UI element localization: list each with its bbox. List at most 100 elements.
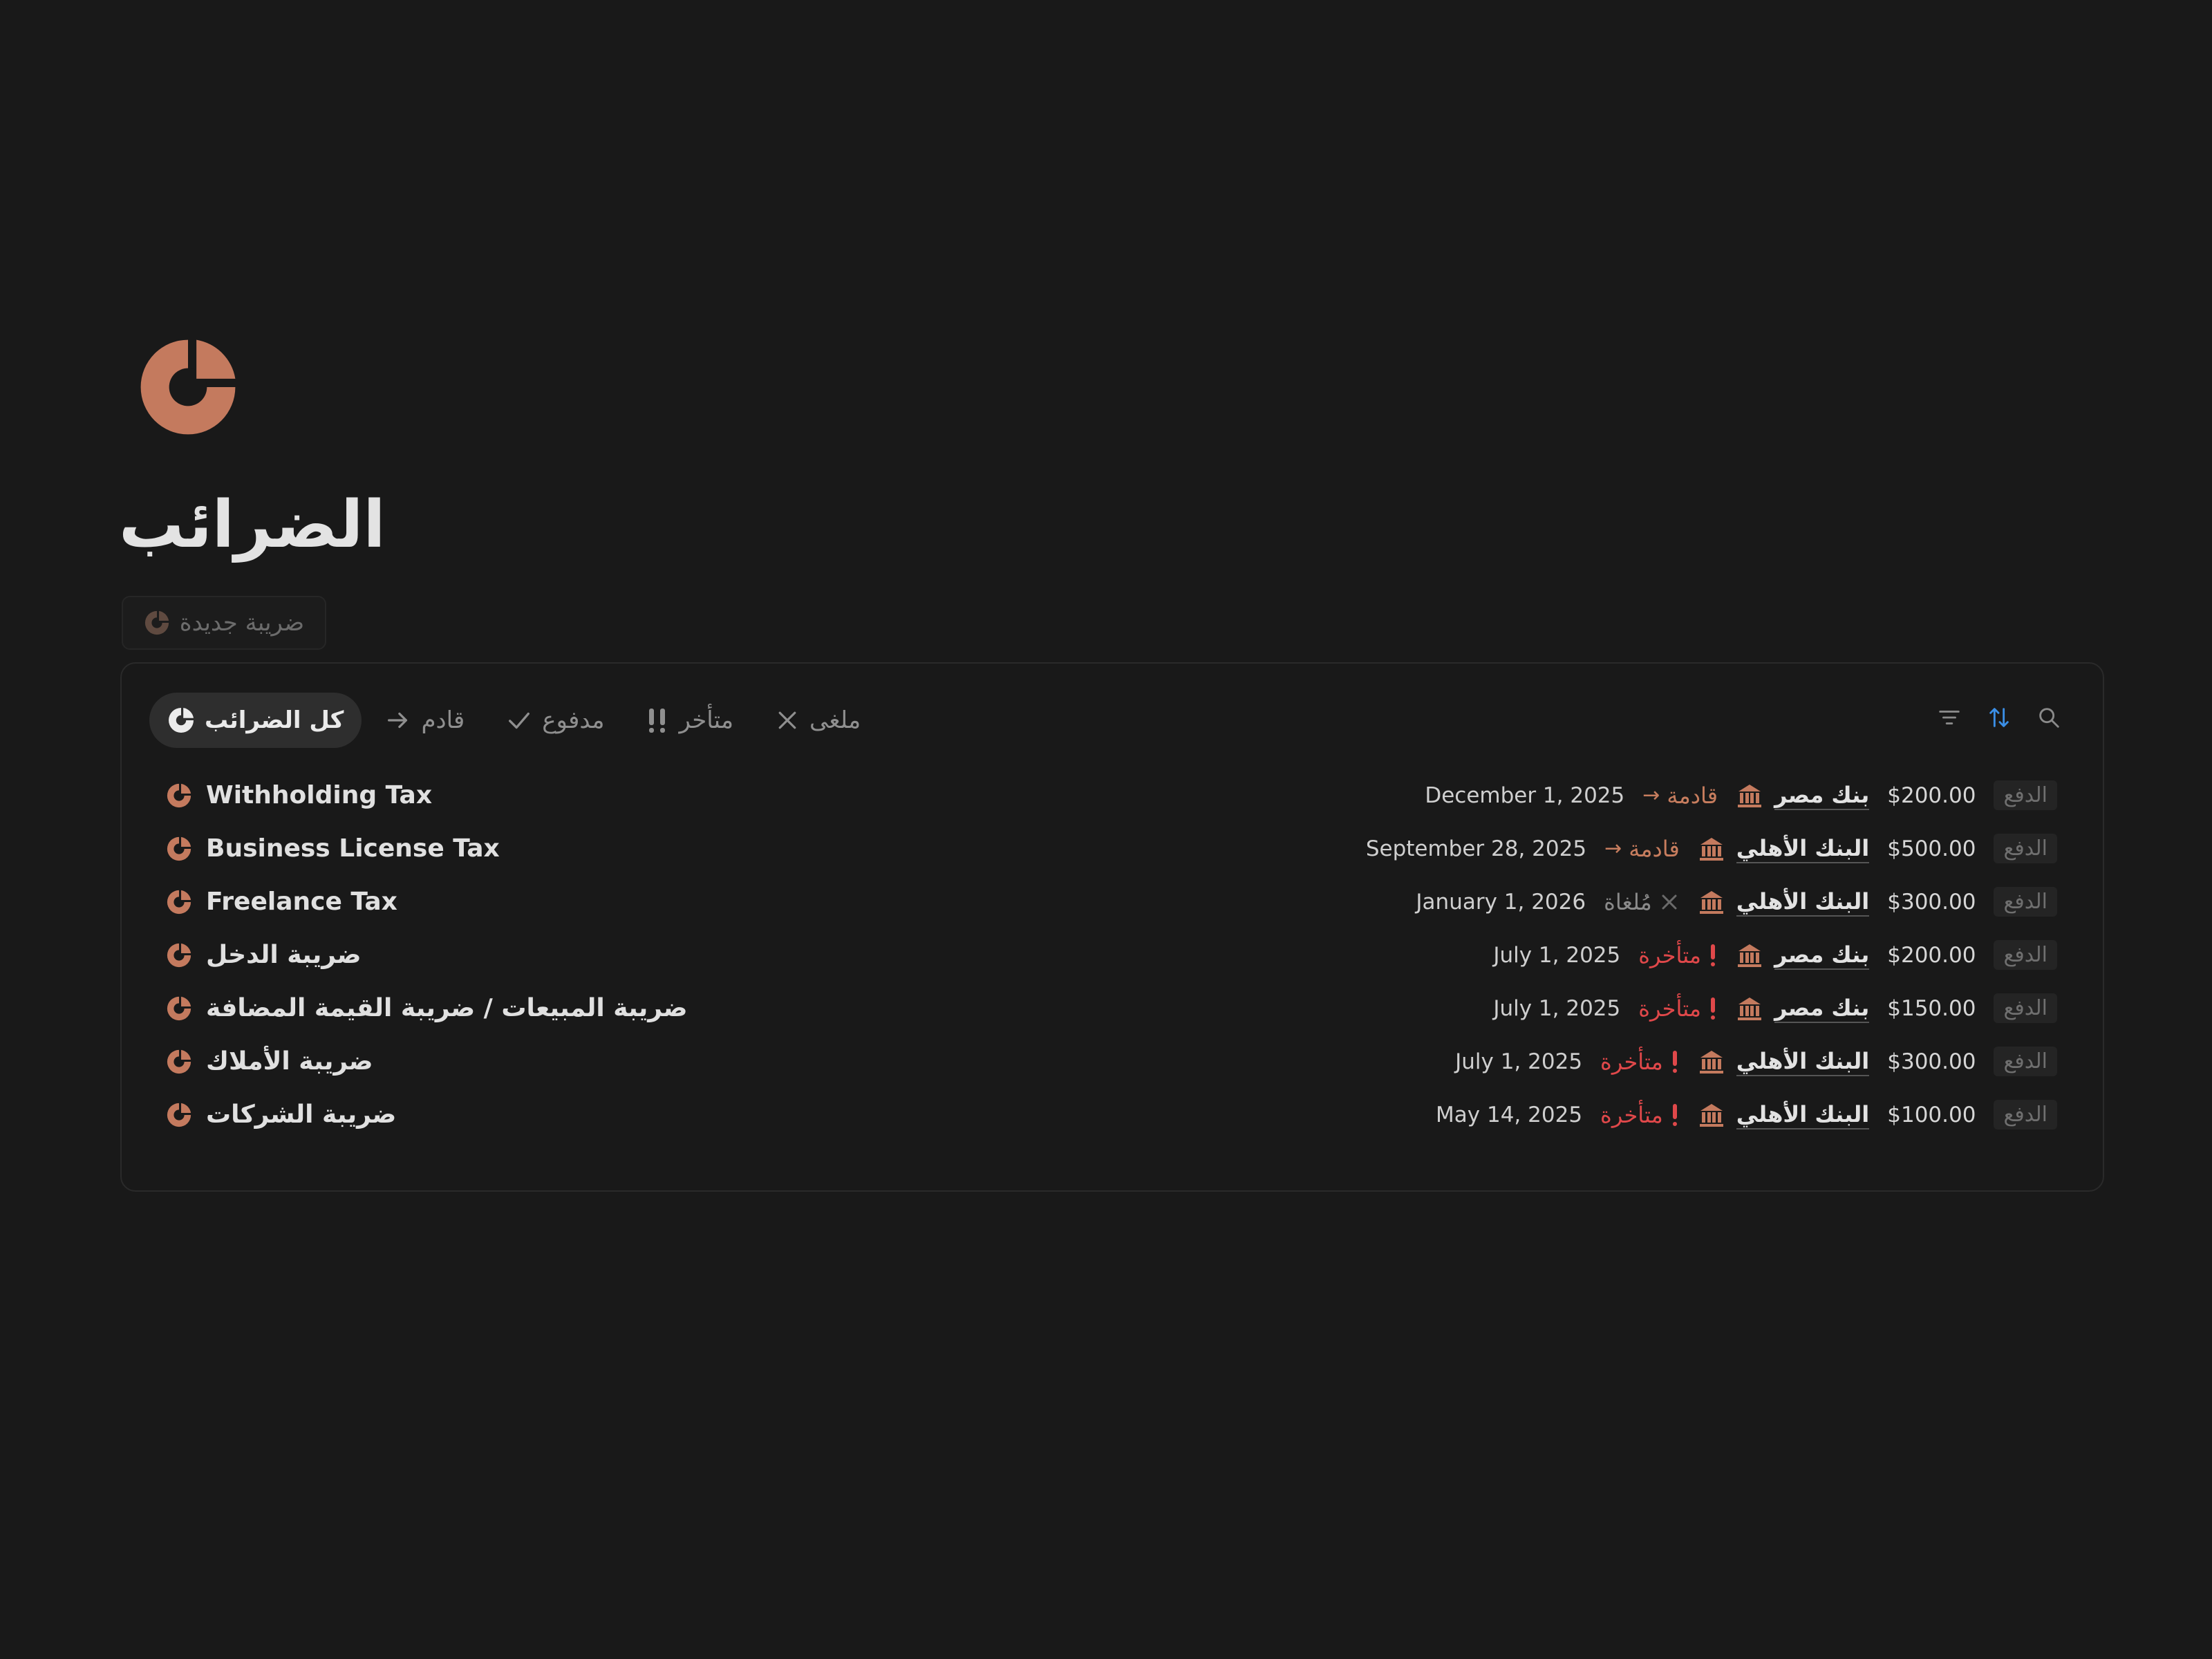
tax-name: ضريبة المبيعات / ضريبة القيمة المضافة [206, 994, 688, 1022]
search-button[interactable] [2034, 702, 2064, 733]
bank-relation[interactable]: البنك الأهلي [1698, 1047, 1870, 1076]
page-title: الضرائب [119, 487, 386, 563]
status-badge: متأخرة [1638, 995, 1718, 1022]
status-badge: متأخرة [1600, 1049, 1680, 1075]
status-label: قادمة [1667, 782, 1718, 809]
taxes-database-view: كل الضرائب قادم مدفوع متأخر ملغى Withhol… [120, 662, 2104, 1192]
bank-icon [1699, 1103, 1723, 1127]
row-properties: January 1, 2026 مُلغاة البنك الأهلي $300.00… [1416, 875, 2057, 928]
tab-all-taxes[interactable]: كل الضرائب [149, 693, 362, 748]
status-badge: متأخرة [1600, 1102, 1680, 1128]
tax-icon [144, 610, 169, 635]
row-title-cell[interactable]: ضريبة الدخل [166, 928, 362, 982]
filter-button[interactable] [1934, 702, 1965, 733]
x-icon [778, 711, 796, 729]
amount: $150.00 [1887, 995, 1976, 1021]
row-properties: December 1, 2025 → قادمة بنك مصر $200.00 الدف… [1425, 769, 2057, 822]
table-row[interactable]: ضريبة المبيعات / ضريبة القيمة المضافة Jul… [122, 982, 2103, 1035]
pay-button[interactable]: الدفع [1994, 1047, 2057, 1076]
pay-button[interactable]: الدفع [1994, 780, 2057, 810]
row-title-cell[interactable]: Freelance Tax [166, 875, 397, 928]
bank-name: البنك الأهلي [1736, 1100, 1870, 1130]
row-title-cell[interactable]: Withholding Tax [166, 769, 432, 822]
due-date: September 28, 2025 [1365, 836, 1587, 861]
tab-label: مدفوع [542, 706, 605, 734]
bank-relation[interactable]: بنك مصر [1736, 994, 1870, 1023]
tax-icon [167, 1103, 191, 1127]
due-date: January 1, 2026 [1416, 889, 1586, 915]
tab-paid[interactable]: مدفوع [488, 693, 622, 748]
amount: $300.00 [1887, 1049, 1976, 1074]
view-toolbar [1934, 702, 2064, 733]
tax-name: Withholding Tax [206, 781, 433, 809]
bank-icon [1738, 944, 1761, 967]
filter-icon [1939, 711, 1960, 724]
tax-name: ضريبة الأملاك [206, 1047, 373, 1076]
amount: $200.00 [1887, 782, 1976, 808]
row-title-cell[interactable]: ضريبة المبيعات / ضريبة القيمة المضافة [166, 982, 687, 1035]
view-tabs: كل الضرائب قادم مدفوع متأخر ملغى [149, 693, 879, 748]
new-tax-label: ضريبة جديدة [179, 609, 305, 637]
amount: $500.00 [1887, 836, 1976, 861]
tab-cancelled[interactable]: ملغى [757, 693, 879, 748]
tax-name: ضريبة الشركات [206, 1100, 397, 1129]
new-tax-button[interactable]: ضريبة جديدة [122, 596, 326, 650]
amount: $300.00 [1887, 889, 1976, 915]
table-row[interactable]: ضريبة الشركات May 14, 2025 متأخرة البنك الأ… [122, 1088, 2103, 1141]
bank-name: البنك الأهلي [1736, 888, 1870, 917]
status-label: متأخرة [1638, 995, 1701, 1022]
exclamation-icon [1672, 1103, 1677, 1126]
row-title-cell[interactable]: Business License Tax [166, 822, 500, 875]
bank-relation[interactable]: البنك الأهلي [1698, 888, 1870, 917]
status-label: مُلغاة [1604, 888, 1652, 915]
due-date: July 1, 2025 [1455, 1049, 1583, 1074]
tab-late[interactable]: متأخر [628, 693, 751, 748]
x-icon [1662, 894, 1677, 909]
status-label: متأخرة [1600, 1101, 1663, 1128]
arrow-right-icon: → [1642, 783, 1660, 807]
pay-button[interactable]: الدفع [1994, 887, 2057, 917]
bank-icon [1738, 997, 1761, 1020]
row-properties: May 14, 2025 متأخرة البنك الأهلي $100.00 الد… [1436, 1088, 2057, 1141]
pay-button[interactable]: الدفع [1994, 993, 2057, 1023]
row-title-cell[interactable]: ضريبة الشركات [166, 1088, 396, 1141]
pay-button[interactable]: الدفع [1994, 1100, 2057, 1130]
tab-label: كل الضرائب [205, 706, 344, 734]
table-row[interactable]: ضريبة الأملاك July 1, 2025 متأخرة البنك الأ… [122, 1035, 2103, 1088]
row-properties: July 1, 2025 متأخرة البنك الأهلي $300.00 الد… [1455, 1035, 2057, 1088]
due-date: December 1, 2025 [1425, 782, 1625, 808]
table-row[interactable]: Freelance Tax January 1, 2026 مُلغاة البنك … [122, 875, 2103, 928]
sort-button[interactable] [1984, 702, 2014, 733]
tab-upcoming[interactable]: قادم [367, 693, 482, 748]
row-properties: September 28, 2025 → قادمة البنك الأهلي $500… [1366, 822, 2057, 875]
table-row[interactable]: Business License Tax September 28, 2025 → ق… [122, 822, 2103, 875]
status-label: متأخرة [1638, 941, 1701, 968]
bank-relation[interactable]: البنك الأهلي [1698, 1100, 1870, 1130]
pay-button[interactable]: الدفع [1994, 940, 2057, 970]
tax-name: ضريبة الدخل [206, 941, 362, 969]
tax-icon [167, 943, 191, 967]
row-properties: July 1, 2025 متأخرة بنك مصر $200.00 الدفع [1493, 928, 2057, 982]
bank-icon [1699, 890, 1723, 914]
bank-name: البنك الأهلي [1736, 834, 1870, 863]
row-title-cell[interactable]: ضريبة الأملاك [166, 1035, 373, 1088]
table-row[interactable]: Withholding Tax December 1, 2025 → قادمة بنك… [122, 769, 2103, 822]
status-label: متأخرة [1600, 1048, 1663, 1075]
status-badge: → قادمة [1642, 782, 1718, 809]
tax-list: Withholding Tax December 1, 2025 → قادمة بنك… [122, 769, 2103, 1141]
amount: $200.00 [1887, 942, 1976, 968]
bank-relation[interactable]: بنك مصر [1736, 781, 1870, 810]
bank-relation[interactable]: بنك مصر [1736, 941, 1870, 970]
pay-button[interactable]: الدفع [1994, 834, 2057, 863]
bank-relation[interactable]: البنك الأهلي [1698, 834, 1870, 863]
arrow-right-icon: → [1604, 836, 1622, 861]
tax-icon [167, 1049, 191, 1074]
tab-label: قادم [421, 706, 465, 734]
search-icon [2039, 708, 2059, 728]
bank-name: بنك مصر [1774, 994, 1870, 1023]
table-row[interactable]: ضريبة الدخل July 1, 2025 متأخرة بنك مصر $200… [122, 928, 2103, 982]
bank-icon [1738, 784, 1761, 807]
due-date: May 14, 2025 [1436, 1102, 1583, 1127]
tax-icon [140, 339, 236, 435]
tax-name: Freelance Tax [206, 888, 397, 916]
